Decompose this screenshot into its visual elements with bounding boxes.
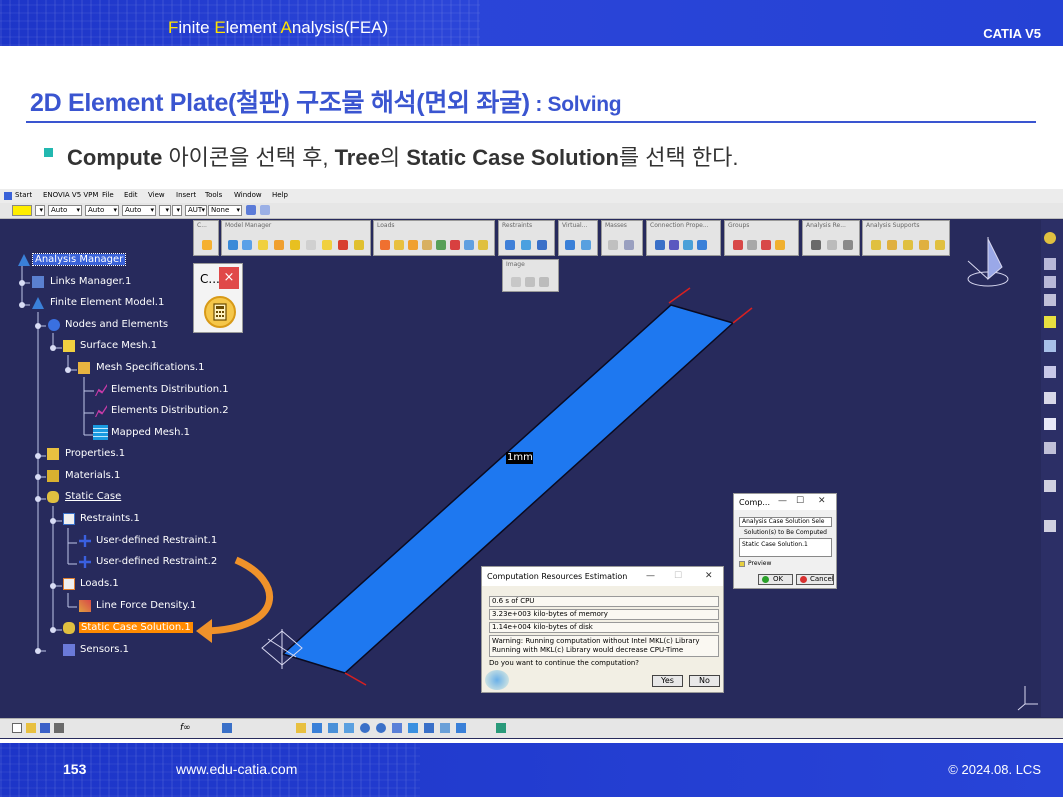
header-title: Finite Element Analysis(FEA) <box>168 18 389 37</box>
solution-type-select[interactable]: Analysis Case Solution Sele <box>739 517 832 527</box>
tool-6-icon[interactable] <box>1044 520 1056 532</box>
select-icon[interactable] <box>1044 316 1056 328</box>
tool-1-icon[interactable] <box>1044 258 1056 270</box>
title-underline <box>26 121 1036 123</box>
swap-space-icon[interactable] <box>456 723 466 733</box>
cpu-field: 0.6 s of CPU <box>489 596 719 607</box>
memory-field: 3.23e+003 kilo-bytes of memory <box>489 609 719 620</box>
solutions-list[interactable]: Static Case Solution.1 <box>739 538 832 557</box>
compute-dialog-caption: Comp... — ☐ ✕ <box>734 494 836 510</box>
new-icon[interactable] <box>12 723 22 733</box>
maximize-icon[interactable]: ☐ <box>674 571 682 581</box>
resources-dialog-caption: Computation Resources Estimation — ☐ ✕ <box>482 567 723 586</box>
header-band: Finite Element Analysis(FEA) CATIA V5 <box>0 0 1063 46</box>
right-toolbar <box>1041 220 1063 717</box>
table-icon[interactable] <box>222 723 232 733</box>
resources-dialog: Computation Resources Estimation — ☐ ✕ 0… <box>481 566 724 693</box>
render-style-icon[interactable] <box>424 723 434 733</box>
footer: 153 www.edu-catia.com © 2024.08. LCS <box>0 743 1063 797</box>
catia-logo-icon <box>485 670 509 690</box>
ok-button[interactable]: OK <box>758 574 793 585</box>
swap-icon[interactable] <box>1044 418 1056 430</box>
slide: Finite Element Analysis(FEA) CATIA V5 2D… <box>0 0 1063 797</box>
catia-window: Start ENOVIA V5 VPM File Edit View Inser… <box>0 189 1063 739</box>
instruction-text: Compute 아이콘을 선택 후, Tree의 Static Case Sol… <box>67 145 739 170</box>
minimize-icon[interactable]: — <box>778 496 787 506</box>
ok-icon <box>762 576 769 583</box>
disk-field: 1.14e+004 kilo-bytes of disk <box>489 622 719 633</box>
axis-icon <box>1017 686 1038 711</box>
page-title: 2D Element Plate(철판) 구조물 해석(면외 좌굴) : Sol… <box>30 89 622 117</box>
compass-icon[interactable] <box>967 237 1009 287</box>
fit-all-icon[interactable] <box>312 723 322 733</box>
bottom-toolbar: f∞ <box>0 718 1063 738</box>
pan-icon[interactable] <box>328 723 338 733</box>
magnet-icon[interactable] <box>1044 392 1056 404</box>
formula-icon[interactable]: f∞ <box>180 723 191 733</box>
cancel-icon <box>800 576 807 583</box>
callout-arrow <box>204 556 274 635</box>
footer-url[interactable]: www.edu-catia.com <box>176 761 297 777</box>
solutions-group-label: Solution(s) to Be Computed <box>744 529 827 536</box>
normal-view-icon[interactable] <box>392 723 402 733</box>
yes-button[interactable]: Yes <box>652 675 683 687</box>
cancel-button[interactable]: Cancel <box>796 574 834 585</box>
tool-4-icon[interactable] <box>1044 442 1056 454</box>
save-icon[interactable] <box>40 723 50 733</box>
bullet-marker <box>44 148 53 157</box>
preview-label: Preview <box>748 560 772 567</box>
no-button[interactable]: No <box>689 675 720 687</box>
zoom-in-icon[interactable] <box>360 723 370 733</box>
tool-5-icon[interactable] <box>1044 480 1056 492</box>
zoom-icon[interactable] <box>1044 340 1056 352</box>
print-icon[interactable] <box>54 723 64 733</box>
measure-icon[interactable] <box>1044 366 1056 378</box>
close-icon[interactable]: ✕ <box>705 571 713 581</box>
preview-checkbox[interactable] <box>739 561 745 567</box>
fly-icon[interactable] <box>296 723 306 733</box>
tool-3-icon[interactable] <box>1044 294 1056 306</box>
page-number: 153 <box>63 761 87 777</box>
rotate-icon[interactable] <box>344 723 354 733</box>
close-icon[interactable]: ✕ <box>818 496 826 506</box>
dimension-label: 1mm <box>507 452 533 463</box>
warning-line-1: Warning: Running computation without Int… <box>492 637 700 645</box>
solutions-list-item[interactable]: Static Case Solution.1 <box>742 541 808 548</box>
compute-dialog: Comp... — ☐ ✕ Analysis Case Solution Sel… <box>733 493 837 589</box>
views-icon[interactable] <box>408 723 418 733</box>
copyright: © 2024.08. LCS <box>948 762 1041 777</box>
open-icon[interactable] <box>26 723 36 733</box>
gear-icon[interactable] <box>1044 232 1056 244</box>
zoom-out-icon[interactable] <box>376 723 386 733</box>
minimize-icon[interactable]: — <box>646 571 655 581</box>
continue-question: Do you want to continue the computation? <box>489 659 640 667</box>
tree-toggle-icon[interactable] <box>496 723 506 733</box>
maximize-icon[interactable]: ☐ <box>796 496 804 506</box>
tool-2-icon[interactable] <box>1044 276 1056 288</box>
brand-label: CATIA V5 <box>983 26 1041 41</box>
warning-box: Warning: Running computation without Int… <box>489 635 719 657</box>
warning-line-2: Running with MKL(c) Library would decrea… <box>492 646 684 654</box>
hide-show-icon[interactable] <box>440 723 450 733</box>
